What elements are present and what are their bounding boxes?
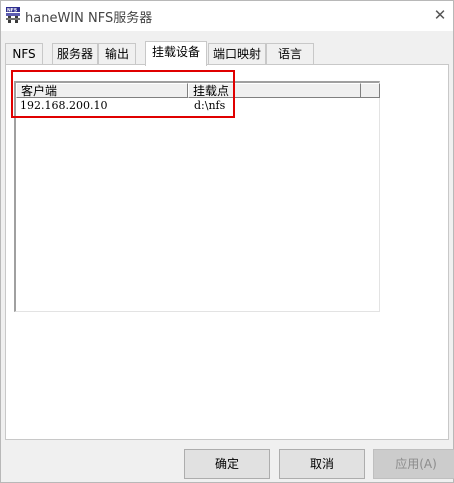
tab-exports[interactable]: 输出	[98, 43, 136, 64]
column-header-client[interactable]: 客户端	[16, 83, 188, 98]
tab-language[interactable]: 语言	[266, 43, 314, 64]
tab-nfs[interactable]: NFS	[5, 43, 43, 64]
column-header-filler	[360, 83, 380, 98]
svg-text:NFS: NFS	[7, 8, 17, 14]
table-row[interactable]: 192.168.200.10 d:\nfs	[16, 99, 380, 113]
tab-label: 端口映射	[212, 47, 261, 61]
tab-label: NFS	[12, 47, 36, 61]
ok-button[interactable]: 确定	[184, 449, 270, 479]
apply-button[interactable]: 应用(A)	[373, 449, 454, 479]
nfs-server-window: NFS haneWIN NFS服务器 ✕ NFS 服务器 输出 挂载设备 端口映…	[0, 0, 454, 483]
tab-label: 输出	[104, 47, 129, 61]
tab-server[interactable]: 服务器	[52, 43, 98, 64]
app-icon: NFS	[6, 7, 20, 23]
mount-point-cell: d:\nfs	[194, 99, 226, 112]
mount-list[interactable]: 客户端 挂载点 192.168.200.10 d:\nfs	[14, 81, 380, 312]
tab-label: 语言	[277, 47, 302, 61]
tab-mounts[interactable]: 挂载设备	[145, 41, 207, 66]
tab-strip: NFS 服务器 输出 挂载设备 端口映射 语言	[5, 41, 449, 66]
tab-port-mapping[interactable]: 端口映射	[208, 43, 266, 64]
tab-label: 挂载设备	[151, 45, 200, 59]
mounts-tab-page: 客户端 挂载点 192.168.200.10 d:\nfs	[5, 64, 449, 440]
tab-label: 服务器	[56, 47, 93, 61]
window-title: haneWIN NFS服务器	[25, 11, 153, 26]
column-header-mount-point[interactable]: 挂载点	[188, 83, 380, 98]
title-bar: NFS haneWIN NFS服务器 ✕	[1, 1, 453, 31]
column-header-label: 挂载点	[193, 84, 230, 98]
close-icon[interactable]: ✕	[429, 4, 451, 26]
client-cell: 192.168.200.10	[20, 99, 108, 112]
list-header: 客户端 挂载点	[16, 83, 380, 98]
cancel-button[interactable]: 取消	[279, 449, 365, 479]
